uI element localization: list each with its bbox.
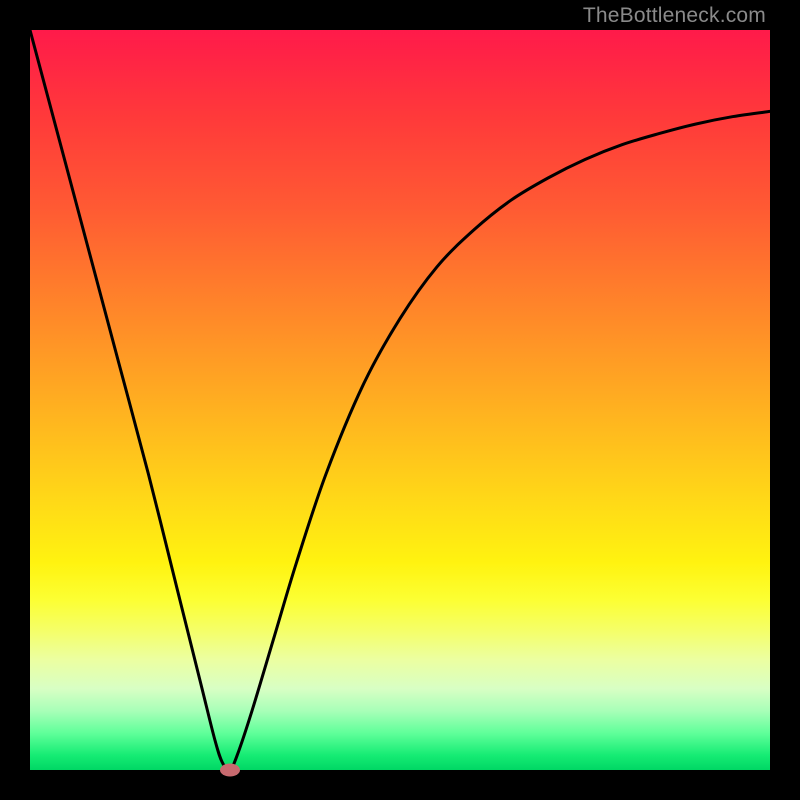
optimum-marker bbox=[220, 764, 240, 777]
chart-frame: TheBottleneck.com bbox=[0, 0, 800, 800]
watermark-label: TheBottleneck.com bbox=[583, 4, 766, 28]
bottleneck-curve bbox=[30, 30, 770, 770]
plot-area bbox=[30, 30, 770, 770]
curve-svg bbox=[30, 30, 770, 770]
